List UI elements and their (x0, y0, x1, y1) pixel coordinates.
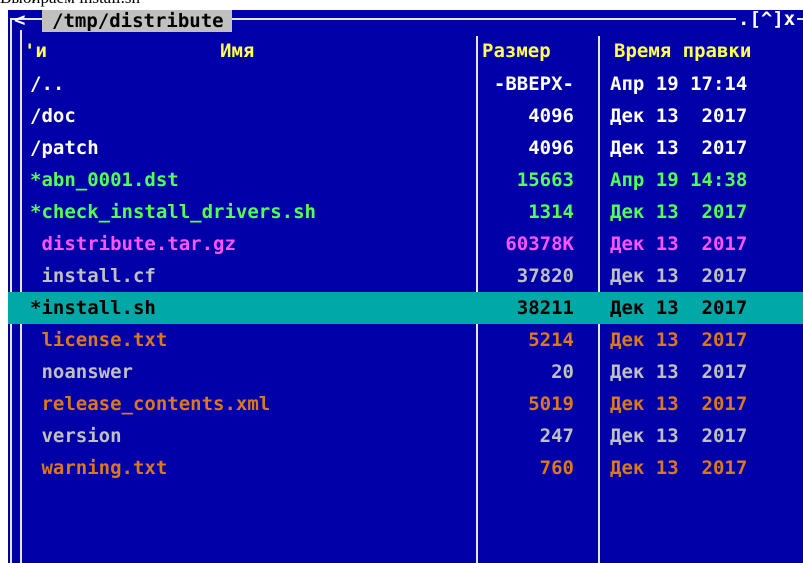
file-list: /.. -ВВЕРХ- Апр 19 17:14/doc 4096 Дек 13 201… (8, 68, 803, 484)
file-name: /doc (30, 105, 76, 127)
column-header-size[interactable]: Размер (482, 36, 551, 66)
file-row[interactable]: version 247 Дек 13 2017 (8, 420, 803, 452)
file-size: 5214 (528, 329, 574, 351)
file-size: -ВВЕРХ- (493, 73, 574, 95)
file-size: 760 (539, 457, 574, 479)
panel-corner-arrow-icon[interactable]: < (14, 10, 25, 30)
file-modified: Дек 13 2017 (610, 297, 748, 319)
file-name: *check_install_drivers.sh (30, 201, 316, 223)
file-row[interactable]: license.txt 5214 Дек 13 2017 (8, 324, 803, 356)
file-modified: Дек 13 2017 (610, 265, 748, 287)
file-name: install.cf (30, 265, 156, 287)
file-modified: Дек 13 2017 (610, 361, 748, 383)
file-size: 247 (539, 425, 574, 447)
page-caption: Выбираем install.sh (0, 0, 140, 8)
file-modified: Дек 13 2017 (610, 137, 748, 159)
file-name: /patch (30, 137, 99, 159)
column-header-name[interactable]: Имя (220, 36, 254, 66)
file-name: *abn_0001.dst (30, 169, 179, 191)
file-row[interactable]: *abn_0001.dst 15663 Апр 19 14:38 (8, 164, 803, 196)
file-modified: Дек 13 2017 (610, 425, 748, 447)
file-panel[interactable]: < /tmp/distribute .[^]x 'и Имя Размер Вр… (8, 10, 803, 563)
file-size: 15663 (516, 169, 574, 191)
file-modified: Дек 13 2017 (610, 233, 748, 255)
file-modified: Дек 13 2017 (610, 393, 748, 415)
file-size: 20 (551, 361, 574, 383)
file-modified: Апр 19 17:14 (610, 73, 748, 95)
file-row[interactable]: /doc 4096 Дек 13 2017 (8, 100, 803, 132)
file-row[interactable]: noanswer 20 Дек 13 2017 (8, 356, 803, 388)
file-row[interactable]: warning.txt 760 Дек 13 2017 (8, 452, 803, 484)
file-name: /.. (30, 73, 65, 95)
file-size: 60378K (505, 233, 574, 255)
file-size: 4096 (528, 137, 574, 159)
column-header-modified[interactable]: Время правки (614, 36, 751, 66)
file-size: 37820 (516, 265, 574, 287)
sort-indicator[interactable]: 'и (24, 36, 47, 66)
file-modified: Дек 13 2017 (610, 329, 748, 351)
file-row[interactable]: install.cf 37820 Дек 13 2017 (8, 260, 803, 292)
file-name: license.txt (30, 329, 168, 351)
file-row[interactable]: /patch 4096 Дек 13 2017 (8, 132, 803, 164)
file-name: distribute.tar.gz (30, 233, 236, 255)
panel-frame-controls[interactable]: .[^]x (736, 10, 798, 29)
current-path-title: /tmp/distribute (42, 10, 232, 32)
file-modified: Дек 13 2017 (610, 201, 748, 223)
file-name: version (30, 425, 122, 447)
file-size: 38211 (516, 297, 574, 319)
file-row[interactable]: /.. -ВВЕРХ- Апр 19 17:14 (8, 68, 803, 100)
file-modified: Апр 19 14:38 (610, 169, 748, 191)
file-modified: Дек 13 2017 (610, 457, 748, 479)
file-row[interactable]: distribute.tar.gz 60378K Дек 13 2017 (8, 228, 803, 260)
file-size: 1314 (528, 201, 574, 223)
file-name: warning.txt (30, 457, 168, 479)
file-name: *install.sh (30, 297, 156, 319)
file-row-selected[interactable]: *install.sh 38211 Дек 13 2017 (8, 292, 803, 324)
file-size: 4096 (528, 105, 574, 127)
file-row[interactable]: release_contents.xml 5019 Дек 13 2017 (8, 388, 803, 420)
file-name: release_contents.xml (30, 393, 271, 415)
file-size: 5019 (528, 393, 574, 415)
file-row[interactable]: *check_install_drivers.sh 1314 Дек 13 2017 (8, 196, 803, 228)
file-name: noanswer (30, 361, 133, 383)
file-modified: Дек 13 2017 (610, 105, 748, 127)
